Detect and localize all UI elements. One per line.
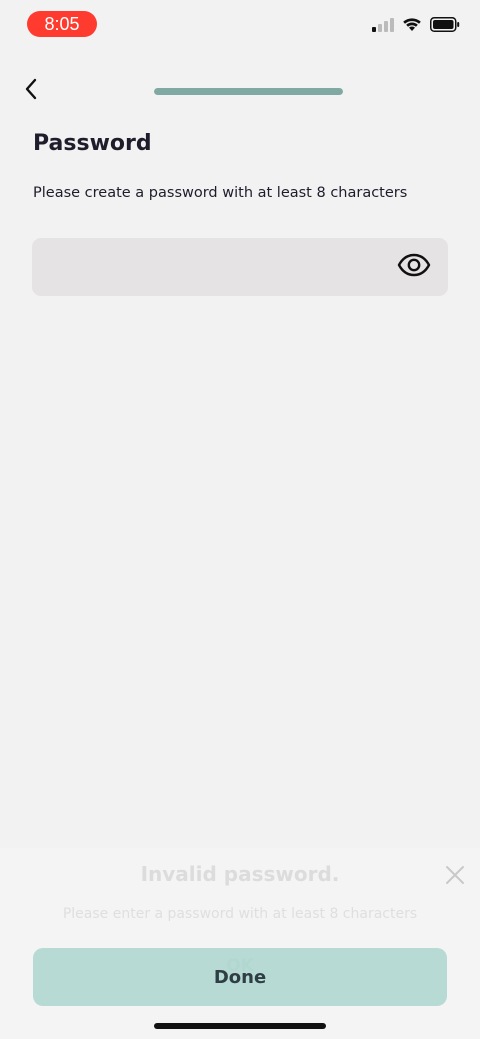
page-title: Password <box>33 131 152 156</box>
password-input[interactable] <box>46 238 390 298</box>
cellular-signal-icon <box>372 17 394 36</box>
password-screen: 8:05 Password Please create a password w… <box>0 0 480 1039</box>
page-subtitle: Please create a password with at least 8… <box>33 185 408 201</box>
chevron-left-icon <box>24 78 38 104</box>
wifi-icon <box>402 17 422 36</box>
eye-icon <box>397 253 431 281</box>
status-bar: 8:05 <box>0 0 480 48</box>
done-button[interactable]: Done <box>33 948 447 1006</box>
toast-close-button[interactable] <box>442 864 468 890</box>
home-indicator <box>154 1023 326 1029</box>
status-time: 8:05 <box>27 11 97 37</box>
show-password-toggle[interactable] <box>396 250 432 284</box>
password-field[interactable] <box>32 238 448 298</box>
progress-fill <box>154 88 343 95</box>
toast-message: Please enter a password with at least 8 … <box>62 906 418 922</box>
progress-bar <box>154 88 343 95</box>
battery-icon <box>430 16 460 36</box>
status-icons <box>372 16 460 36</box>
back-button[interactable] <box>16 76 46 106</box>
close-icon <box>445 865 465 889</box>
toast-title: Invalid password. <box>140 862 340 886</box>
